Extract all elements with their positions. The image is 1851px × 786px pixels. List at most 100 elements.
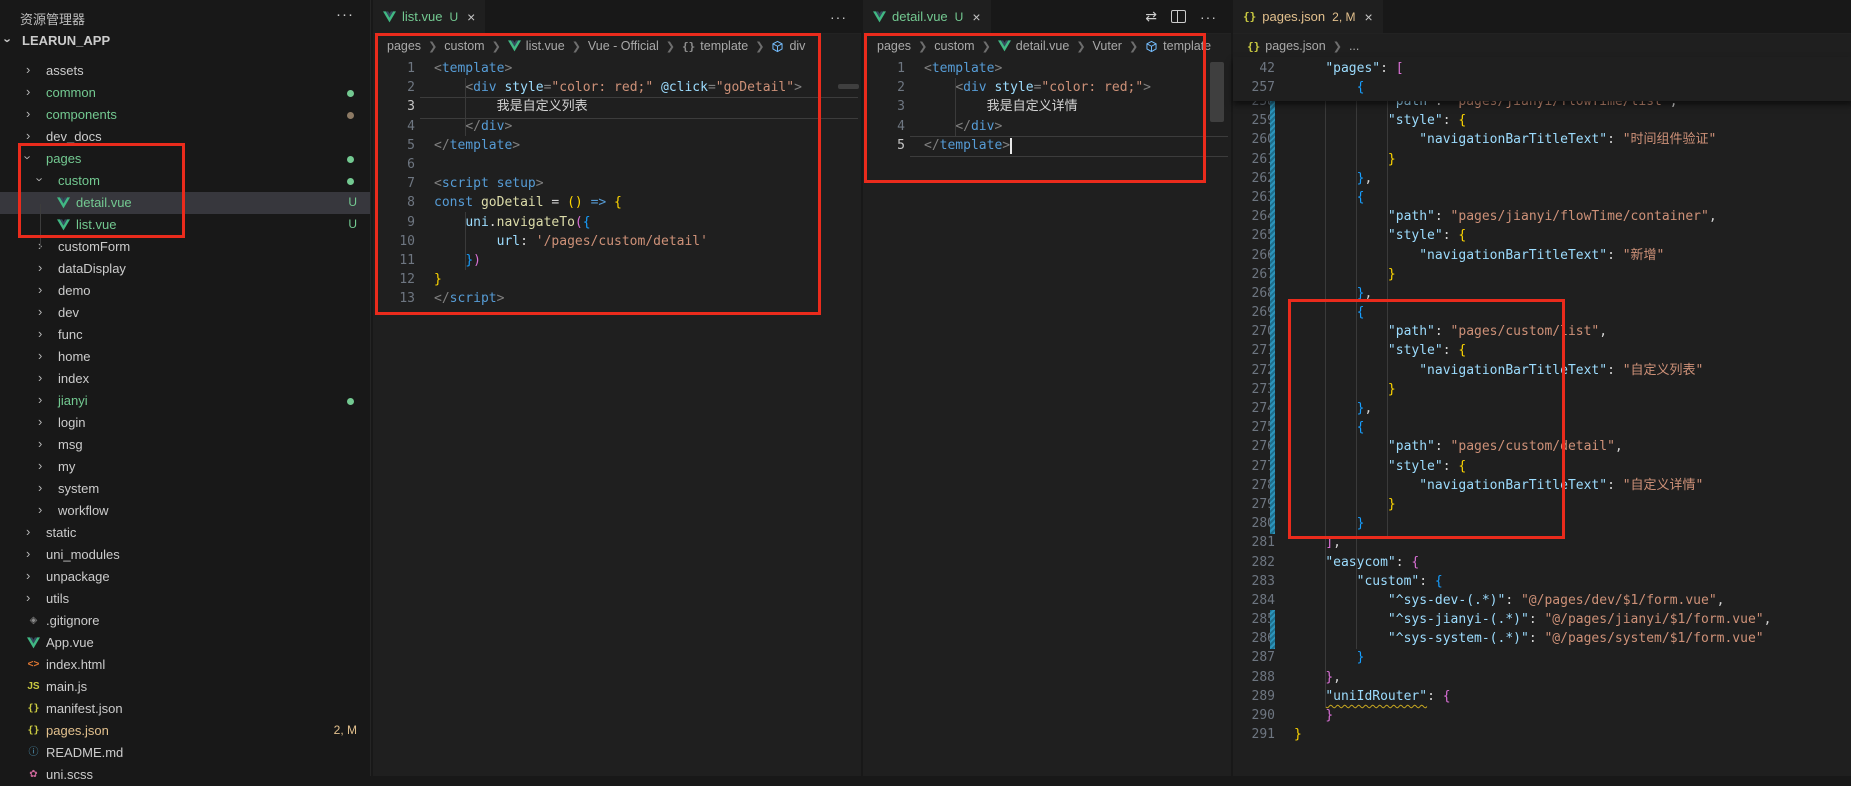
tab-git-badge: U (449, 10, 458, 24)
code-line-4[interactable]: 4 </div> (863, 117, 1231, 136)
tab-pages-json[interactable]: {}pages.json2, M× (1233, 0, 1383, 33)
breadcrumb-item[interactable]: Vue - Official (588, 39, 659, 53)
breadcrumb-item[interactable]: pages (387, 39, 421, 53)
sidebar-item-pages[interactable]: ›pages (0, 148, 370, 170)
sidebar-item-login[interactable]: ›login (0, 412, 370, 434)
breadcrumb-item[interactable]: detail.vue (998, 39, 1070, 53)
line-number: 268 (1233, 284, 1275, 303)
sidebar-item-func[interactable]: ›func (0, 324, 370, 346)
more-actions-icon[interactable]: ··· (830, 9, 847, 25)
line-number: 272 (1233, 361, 1275, 380)
code-line-5[interactable]: 5</template> (373, 136, 861, 155)
code-line-2[interactable]: 2 <div style="color: red;" @click="goDet… (373, 78, 861, 97)
sidebar-item-demo[interactable]: ›demo (0, 280, 370, 302)
sidebar-item-pages.json[interactable]: {}pages.json2, M (0, 720, 370, 742)
chevron-right-icon: › (38, 260, 42, 275)
code-text: "style": { (1294, 341, 1466, 360)
code-line-11[interactable]: 11 }) (373, 251, 861, 270)
code-line-257[interactable]: 257 { (1233, 78, 1851, 97)
chevron-right-icon: › (26, 568, 30, 583)
code-line-1[interactable]: 1<template> (373, 59, 861, 78)
line-number: 259 (1233, 111, 1275, 130)
item-label: msg (58, 437, 83, 452)
sidebar-item-dataDisplay[interactable]: ›dataDisplay (0, 258, 370, 280)
code-text: } (1294, 706, 1333, 725)
line-number: 1 (373, 59, 415, 78)
code-line-42[interactable]: 42 "pages": [ (1233, 59, 1851, 78)
code-line-9[interactable]: 9 uni.navigateTo({ (373, 213, 861, 232)
line-number: 2 (373, 78, 415, 97)
sidebar-item-customForm[interactable]: ›customForm (0, 236, 370, 258)
code-line-7[interactable]: 7<script setup> (373, 174, 861, 193)
breadcrumb-item[interactable]: custom (444, 39, 484, 53)
split-editor-icon[interactable] (1171, 10, 1186, 23)
code-line-3[interactable]: 3 我是自定义详情 (863, 97, 1231, 116)
code-line-6[interactable]: 6 (373, 155, 861, 174)
breadcrumb-item[interactable]: Vuter (1093, 39, 1122, 53)
code-line-8[interactable]: 8const goDetail = () => { (373, 193, 861, 212)
sidebar-item-index[interactable]: ›index (0, 368, 370, 390)
breadcrumb-item[interactable]: list.vue (508, 39, 565, 53)
minimap-slider[interactable] (1210, 62, 1224, 122)
breadcrumb-item[interactable]: template (1145, 39, 1211, 53)
sidebar-item-dev[interactable]: ›dev (0, 302, 370, 324)
sidebar-item-detail.vue[interactable]: detail.vueU (0, 192, 370, 214)
sidebar-item-static[interactable]: ›static (0, 522, 370, 544)
sidebar-item-components[interactable]: ›components (0, 104, 370, 126)
minimap-slider[interactable] (838, 84, 859, 89)
sidebar-item-unimodules[interactable]: ›uni_modules (0, 544, 370, 566)
close-icon[interactable]: × (467, 9, 475, 25)
explorer-root-folder[interactable]: › LEARUN_APP (0, 30, 370, 52)
chevron-right-icon: › (38, 326, 42, 341)
sidebar-item-index.html[interactable]: <>index.html (0, 654, 370, 676)
sidebar-item-system[interactable]: ›system (0, 478, 370, 500)
tab-detail-vue[interactable]: detail.vueU× (863, 0, 991, 33)
breadcrumb-item[interactable]: custom (934, 39, 974, 53)
sidebar-item-App.vue[interactable]: App.vue (0, 632, 370, 654)
breadcrumb-item[interactable]: pages (877, 39, 911, 53)
sidebar-item-common[interactable]: ›common (0, 82, 370, 104)
sidebar-item-jianyi[interactable]: ›jianyi (0, 390, 370, 412)
item-label: index (58, 371, 89, 386)
sticky-scroll[interactable]: 42 "pages": [257 { (1233, 57, 1851, 101)
sidebar-item-unpackage[interactable]: ›unpackage (0, 566, 370, 588)
sidebar-item-manifest.json[interactable]: {}manifest.json (0, 698, 370, 720)
breadcrumb-item[interactable]: div (771, 39, 805, 53)
code-text: "path": "pages/custom/detail", (1294, 437, 1623, 456)
sidebar-item-utils[interactable]: ›utils (0, 588, 370, 610)
code-text: { (1294, 188, 1364, 207)
sidebar-item-README.md[interactable]: ⓘREADME.md (0, 742, 370, 764)
breadcrumb-item[interactable]: ... (1349, 39, 1359, 53)
sidebar-item-msg[interactable]: ›msg (0, 434, 370, 456)
code-line-1[interactable]: 1<template> (863, 59, 1231, 78)
open-changes-icon[interactable]: ⇄ (1145, 8, 1157, 25)
sidebar-item-list.vue[interactable]: list.vueU (0, 214, 370, 236)
code-line-10[interactable]: 10 url: '/pages/custom/detail' (373, 232, 861, 251)
line-number: 263 (1233, 188, 1275, 207)
sidebar-item-uni.scss[interactable]: ✿uni.scss (0, 764, 370, 786)
sidebar-item-custom[interactable]: ›custom (0, 170, 370, 192)
close-icon[interactable]: × (972, 9, 980, 25)
more-actions-icon[interactable]: ··· (1200, 9, 1217, 25)
code-line-4[interactable]: 4 </div> (373, 117, 861, 136)
cube-icon (771, 40, 784, 53)
sidebar-item-.gitignore[interactable]: ◈.gitignore (0, 610, 370, 632)
sidebar-item-main.js[interactable]: JSmain.js (0, 676, 370, 698)
code-line-2[interactable]: 2 <div style="color: red;"> (863, 78, 1231, 97)
breadcrumb-item[interactable]: {}template (682, 39, 748, 53)
breadcrumb-item[interactable]: {}pages.json (1247, 39, 1326, 53)
line-number: 266 (1233, 246, 1275, 265)
sidebar-item-workflow[interactable]: ›workflow (0, 500, 370, 522)
close-icon[interactable]: × (1364, 9, 1372, 25)
code-line-12[interactable]: 12} (373, 270, 861, 289)
line-number: 4 (863, 117, 905, 136)
code-line-13[interactable]: 13</script> (373, 289, 861, 308)
code-line-290[interactable]: 290 } (1233, 706, 1851, 725)
sidebar-item-assets[interactable]: ›assets (0, 60, 370, 82)
tab-list-vue[interactable]: list.vueU× (373, 0, 485, 33)
sidebar-item-my[interactable]: ›my (0, 456, 370, 478)
explorer-more-actions-icon[interactable]: ··· (336, 6, 354, 23)
code-line-291[interactable]: 291} (1233, 725, 1851, 744)
sidebar-item-devdocs[interactable]: ›dev_docs (0, 126, 370, 148)
sidebar-item-home[interactable]: ›home (0, 346, 370, 368)
